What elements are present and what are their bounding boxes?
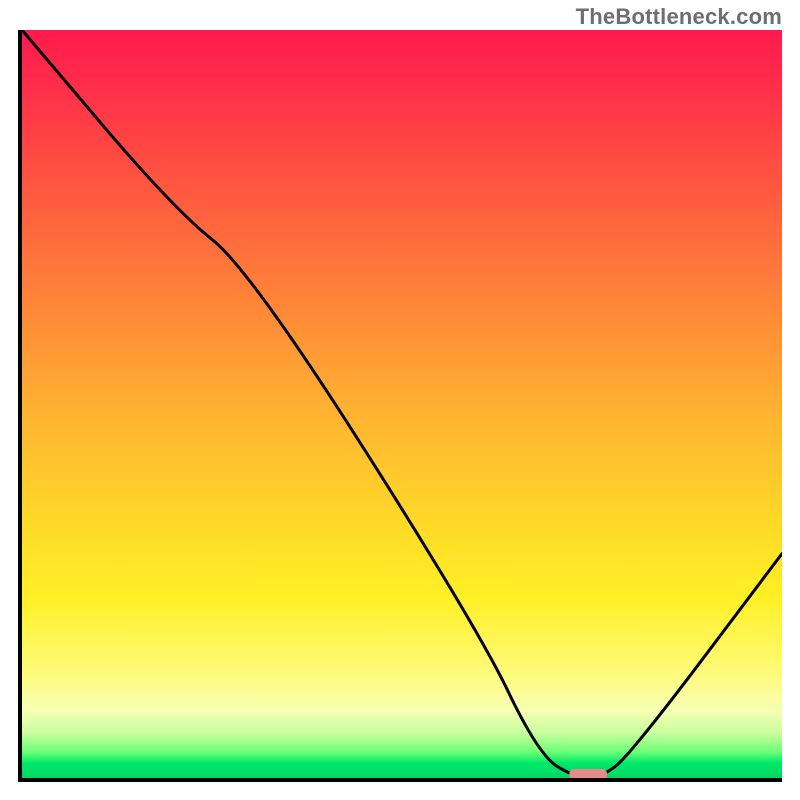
watermark-text: TheBottleneck.com <box>576 4 782 30</box>
chart-overlay <box>22 30 782 778</box>
bottleneck-curve <box>22 30 782 778</box>
plot-area <box>18 30 782 782</box>
chart-container: TheBottleneck.com <box>0 0 800 800</box>
optimal-marker <box>569 769 607 778</box>
